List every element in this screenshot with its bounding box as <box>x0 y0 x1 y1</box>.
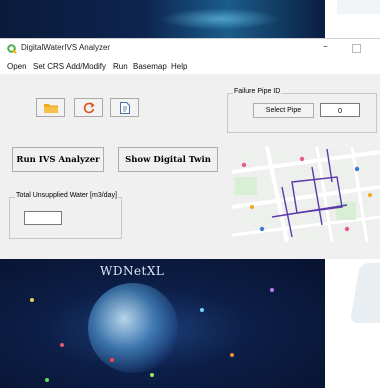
failure-pipe-group: Failure Pipe ID Select Pipe 0 <box>227 88 377 133</box>
unsupplied-water-field[interactable] <box>24 211 62 225</box>
failure-pipe-id-field[interactable]: 0 <box>320 103 360 117</box>
decor-dot <box>150 373 154 377</box>
title-bar: DigitalWaterIVS Analyzer – <box>0 39 380 61</box>
decor-dot <box>270 288 274 292</box>
unsupplied-water-label: Total Unsupplied Water [m3/day] <box>15 192 118 199</box>
menu-run[interactable]: Run <box>113 62 128 71</box>
decor-dot <box>200 308 204 312</box>
unsupplied-water-group: Total Unsupplied Water [m3/day] <box>9 192 122 239</box>
maximize-button[interactable] <box>352 44 361 53</box>
menu-basemap[interactable]: Basemap <box>133 62 167 71</box>
minimize-button[interactable]: – <box>323 41 328 52</box>
wdnetxl-background-image: WDNetXL <box>0 258 325 388</box>
failure-pipe-label: Failure Pipe ID <box>233 88 282 95</box>
globe-graphic <box>88 283 178 373</box>
decor-dot <box>230 353 234 357</box>
top-background-image <box>0 0 325 38</box>
folder-icon <box>43 104 58 113</box>
wdnetxl-logo-text: WDNetXL <box>100 264 165 278</box>
document-button[interactable] <box>110 98 139 117</box>
document-icon <box>119 101 130 114</box>
right-decoration-bottom <box>349 263 380 323</box>
menu-open[interactable]: Open <box>7 62 27 71</box>
map-canvas <box>232 147 380 242</box>
show-digital-twin-button[interactable]: Show Digital Twin <box>118 147 218 172</box>
open-folder-button[interactable] <box>36 98 65 117</box>
refresh-icon <box>83 101 95 113</box>
menu-set-crs[interactable]: Set CRS <box>33 62 64 71</box>
app-window: DigitalWaterIVS Analyzer – Open Set CRS … <box>0 38 380 259</box>
menu-add-modify[interactable]: Add/Modify <box>66 62 106 71</box>
network-map-preview[interactable] <box>232 147 380 242</box>
decor-dot <box>45 378 49 382</box>
decor-dot <box>110 358 114 362</box>
menu-help[interactable]: Help <box>171 62 187 71</box>
right-decoration-top <box>337 0 380 14</box>
menu-bar: Open Set CRS Add/Modify Run Basemap Help <box>0 61 380 74</box>
refresh-button[interactable] <box>74 98 103 117</box>
qgis-app-icon <box>7 44 17 54</box>
run-ivs-analyzer-button[interactable]: Run IVS Analyzer <box>12 147 104 172</box>
window-title: DigitalWaterIVS Analyzer <box>21 43 111 52</box>
select-pipe-button[interactable]: Select Pipe <box>253 103 314 118</box>
decor-dot <box>60 343 64 347</box>
decor-dot <box>30 298 34 302</box>
